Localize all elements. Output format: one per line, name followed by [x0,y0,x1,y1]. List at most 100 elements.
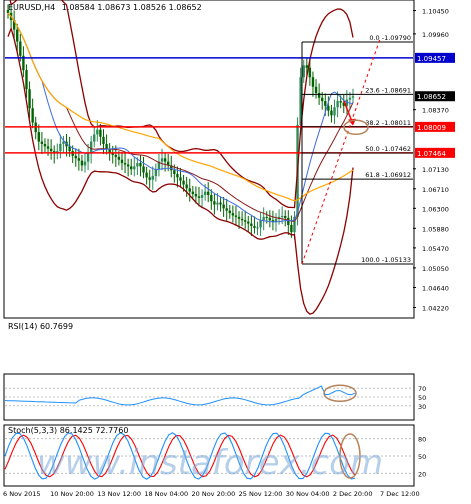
candle-body [83,161,87,166]
x-tick-label: 30 Nov 04:00 [286,490,330,498]
candle-body [213,201,216,205]
candle-body [207,191,210,195]
fib-label: 61.8 -1.06912 [365,171,411,179]
candle-body [40,141,44,144]
candle-body [86,153,90,162]
stoch-tick-label: 20 [418,470,426,478]
y-tick-label: 1.08370 [422,107,449,115]
y-tick-label: 1.05880 [422,225,449,233]
candle-body [302,65,305,78]
x-tick-label: 2 Dec 20:00 [333,490,373,498]
candle-body [145,172,148,178]
candle-body [154,169,158,176]
candle-body [280,215,284,217]
candle-body [43,143,47,147]
candle-body [182,180,185,185]
candle-body [320,97,324,102]
candle-body [133,166,136,170]
fib-label: 0.0 -1.09790 [369,34,411,42]
candle-body [240,218,244,221]
candle-body [123,163,127,165]
y-tick-label: 1.04640 [422,284,449,292]
candle-body [265,216,268,218]
candle-body [176,174,179,178]
x-tick-label: 20 Nov 20:00 [192,490,236,498]
candle-body [336,101,339,108]
chart-window: 0.0 -1.09790 23.6 -1.08691 38.2 -1.08011 50… [0,0,471,500]
candle-body [163,158,167,162]
candle-body [333,107,336,116]
candle-body [179,177,182,181]
rsi-tick-label: 70 [418,385,426,393]
candle-body [93,134,96,142]
candle-body [339,101,342,103]
candle-body [188,188,191,192]
candle-body [111,153,114,155]
candle-body [197,196,201,198]
x-tick-label: 6 Nov 2015 [3,490,41,498]
candle-body [142,166,145,173]
candle-body [151,175,154,180]
candle-body [105,143,108,149]
candle-body [348,97,352,100]
candle-body [19,41,22,56]
candle-body [77,158,81,161]
x-tick-label: 25 Nov 12:00 [239,490,283,498]
candle-body [148,177,151,180]
candle-body [46,146,50,149]
candle-body [191,191,195,195]
candle-body [210,194,213,202]
candle-body [139,163,142,167]
candle-body [324,101,327,106]
candle-body [314,86,318,93]
y-tick-label: 1.06710 [422,186,449,194]
candle-body [96,129,99,135]
y-tick-label: 1.05470 [422,245,449,253]
candle-body [330,110,333,116]
price-tag-1.07464: 1.07464 [417,150,446,158]
stoch-label: Stoch(5,3,3) 86.1425 72.7760 [8,426,128,435]
candle-body [102,136,105,144]
x-tick-label: 18 Nov 04:00 [144,490,188,498]
fib-label: 100.0 -1.05133 [361,256,411,264]
candle-body [126,164,130,167]
candle-body [231,213,235,216]
candle-body [287,217,290,226]
candle-body [256,227,259,229]
candle-body [234,215,238,217]
chart-canvas: 0.0 -1.09790 23.6 -1.08691 38.2 -1.08011 50… [0,0,471,500]
y-tick-label: 1.04220 [422,304,449,312]
candle-body [114,154,118,157]
candle-body [185,184,188,189]
watermark-text: www.instaforex.com [37,443,383,483]
stoch-tick-label: 50 [418,453,426,461]
y-tick-label: 1.05050 [422,265,449,273]
candle-body [216,202,219,205]
candle-body [37,132,41,142]
candle-body [305,65,308,68]
candle-body [222,204,225,209]
candle-body [203,191,207,195]
candle-body [31,108,34,123]
stoch-tick-label: 80 [418,436,426,444]
candle-body [351,96,355,98]
candle-body [16,29,19,42]
candle-body [262,216,265,221]
candle-body [74,155,77,159]
candle-body [200,194,204,198]
y-tick-label: 1.10450 [422,8,449,16]
candle-body [59,143,62,152]
candle-body [219,202,222,205]
price-tag-1.08652: 1.08652 [417,93,446,101]
candle-body [160,158,164,162]
price-tag-1.09457: 1.09457 [417,55,446,63]
rsi-tick-label: 50 [418,394,426,402]
candle-body [80,160,84,166]
x-tick-label: 7 Dec 12:00 [380,490,420,498]
candle-body [28,89,31,109]
fib-label: 23.6 -1.08691 [365,86,411,94]
rsi-tick-label: 30 [418,403,426,411]
candle-body [247,221,250,224]
candle-body [237,216,241,219]
candle-body [284,215,287,218]
